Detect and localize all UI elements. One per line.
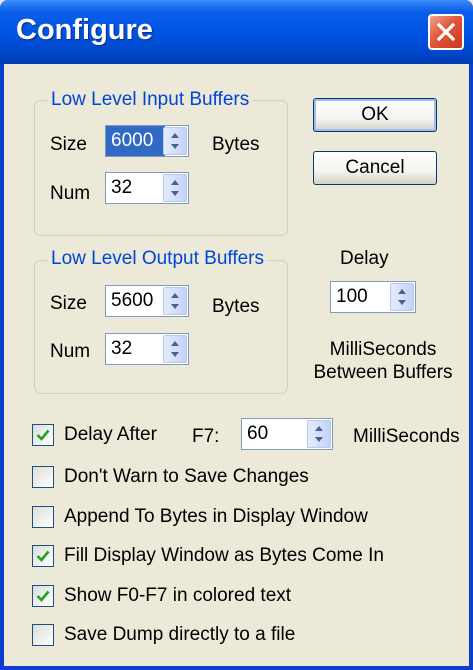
dialog-body: Low Level Input Buffers Size Bytes Num O…: [4, 64, 469, 666]
input-size-units: Bytes: [212, 134, 260, 155]
checkmark-icon: [36, 590, 50, 602]
spin-down-icon[interactable]: [171, 304, 179, 309]
spin-down-icon[interactable]: [315, 437, 323, 442]
delay-after-key: F7:: [192, 426, 220, 447]
option-fill-display: Fill Display Window as Bytes Come In: [32, 543, 452, 571]
input-buffers-group: [34, 100, 288, 236]
option-dont-warn: Don't Warn to Save Changes: [32, 464, 452, 492]
input-size-label: Size: [50, 134, 87, 155]
input-size-field[interactable]: [106, 126, 165, 156]
input-size-spin-buttons[interactable]: [163, 127, 187, 155]
show-colored-label[interactable]: Show F0-F7 in colored text: [64, 585, 291, 607]
output-size-label: Size: [50, 293, 87, 314]
spin-down-icon[interactable]: [398, 300, 406, 305]
output-num-spin-buttons[interactable]: [163, 335, 187, 363]
close-button[interactable]: [428, 14, 464, 50]
fill-display-checkbox[interactable]: [32, 545, 54, 567]
dont-warn-label[interactable]: Don't Warn to Save Changes: [64, 466, 309, 488]
save-dump-label[interactable]: Save Dump directly to a file: [64, 624, 295, 646]
fill-display-label[interactable]: Fill Display Window as Bytes Come In: [64, 545, 384, 567]
delay-after-spin-buttons[interactable]: [307, 420, 331, 448]
delay-after-field[interactable]: [242, 419, 309, 449]
input-buffers-legend: Low Level Input Buffers: [48, 89, 253, 111]
delay-units-line1: MilliSeconds: [329, 339, 437, 360]
spin-down-icon[interactable]: [171, 144, 179, 149]
spin-up-icon[interactable]: [398, 289, 406, 294]
delay-label: Delay: [340, 248, 389, 269]
output-num-spinner[interactable]: [105, 333, 189, 365]
input-num-spinner[interactable]: [105, 172, 189, 204]
delay-after-spinner[interactable]: [241, 418, 333, 450]
delay-after-label[interactable]: Delay After: [64, 424, 157, 446]
spin-up-icon[interactable]: [315, 426, 323, 431]
spin-up-icon[interactable]: [171, 293, 179, 298]
configure-window: Configure Low Level Input Buffers Size B…: [0, 0, 473, 670]
spin-down-icon[interactable]: [171, 191, 179, 196]
show-colored-checkbox[interactable]: [32, 585, 54, 607]
input-size-spinner[interactable]: [105, 125, 189, 157]
append-bytes-checkbox[interactable]: [32, 506, 54, 528]
output-num-label: Num: [50, 341, 91, 362]
output-size-units: Bytes: [212, 296, 260, 317]
ok-button[interactable]: OK: [313, 98, 437, 132]
spin-up-icon[interactable]: [171, 341, 179, 346]
option-save-dump: Save Dump directly to a file: [32, 622, 452, 650]
append-bytes-label[interactable]: Append To Bytes in Display Window: [64, 506, 368, 528]
title-bar[interactable]: Configure: [0, 0, 473, 64]
window-title: Configure: [16, 14, 153, 46]
close-icon: [436, 22, 456, 42]
delay-after-units: MilliSeconds: [353, 426, 460, 447]
cancel-button[interactable]: Cancel: [313, 151, 437, 185]
delay-after-checkbox[interactable]: [32, 424, 54, 446]
checkmark-icon: [36, 550, 50, 562]
output-size-spinner[interactable]: [105, 285, 189, 317]
delay-spin-buttons[interactable]: [390, 283, 414, 311]
delay-spinner[interactable]: [330, 281, 416, 313]
save-dump-checkbox[interactable]: [32, 624, 54, 646]
checkmark-icon: [36, 429, 50, 441]
spin-down-icon[interactable]: [171, 352, 179, 357]
output-buffers-legend: Low Level Output Buffers: [48, 248, 267, 270]
spin-up-icon[interactable]: [171, 133, 179, 138]
output-size-field[interactable]: [106, 286, 165, 316]
output-size-spin-buttons[interactable]: [163, 287, 187, 315]
delay-units-line2: Between Buffers: [313, 362, 453, 383]
input-num-spin-buttons[interactable]: [163, 174, 187, 202]
output-buffers-group: [34, 260, 288, 394]
dont-warn-checkbox[interactable]: [32, 466, 54, 488]
input-num-label: Num: [50, 183, 91, 204]
input-num-field[interactable]: [106, 173, 165, 203]
option-show-colored: Show F0-F7 in colored text: [32, 583, 452, 611]
spin-up-icon[interactable]: [171, 180, 179, 185]
option-append-bytes: Append To Bytes in Display Window: [32, 504, 452, 532]
output-num-field[interactable]: [106, 334, 165, 364]
delay-field[interactable]: [331, 282, 392, 312]
